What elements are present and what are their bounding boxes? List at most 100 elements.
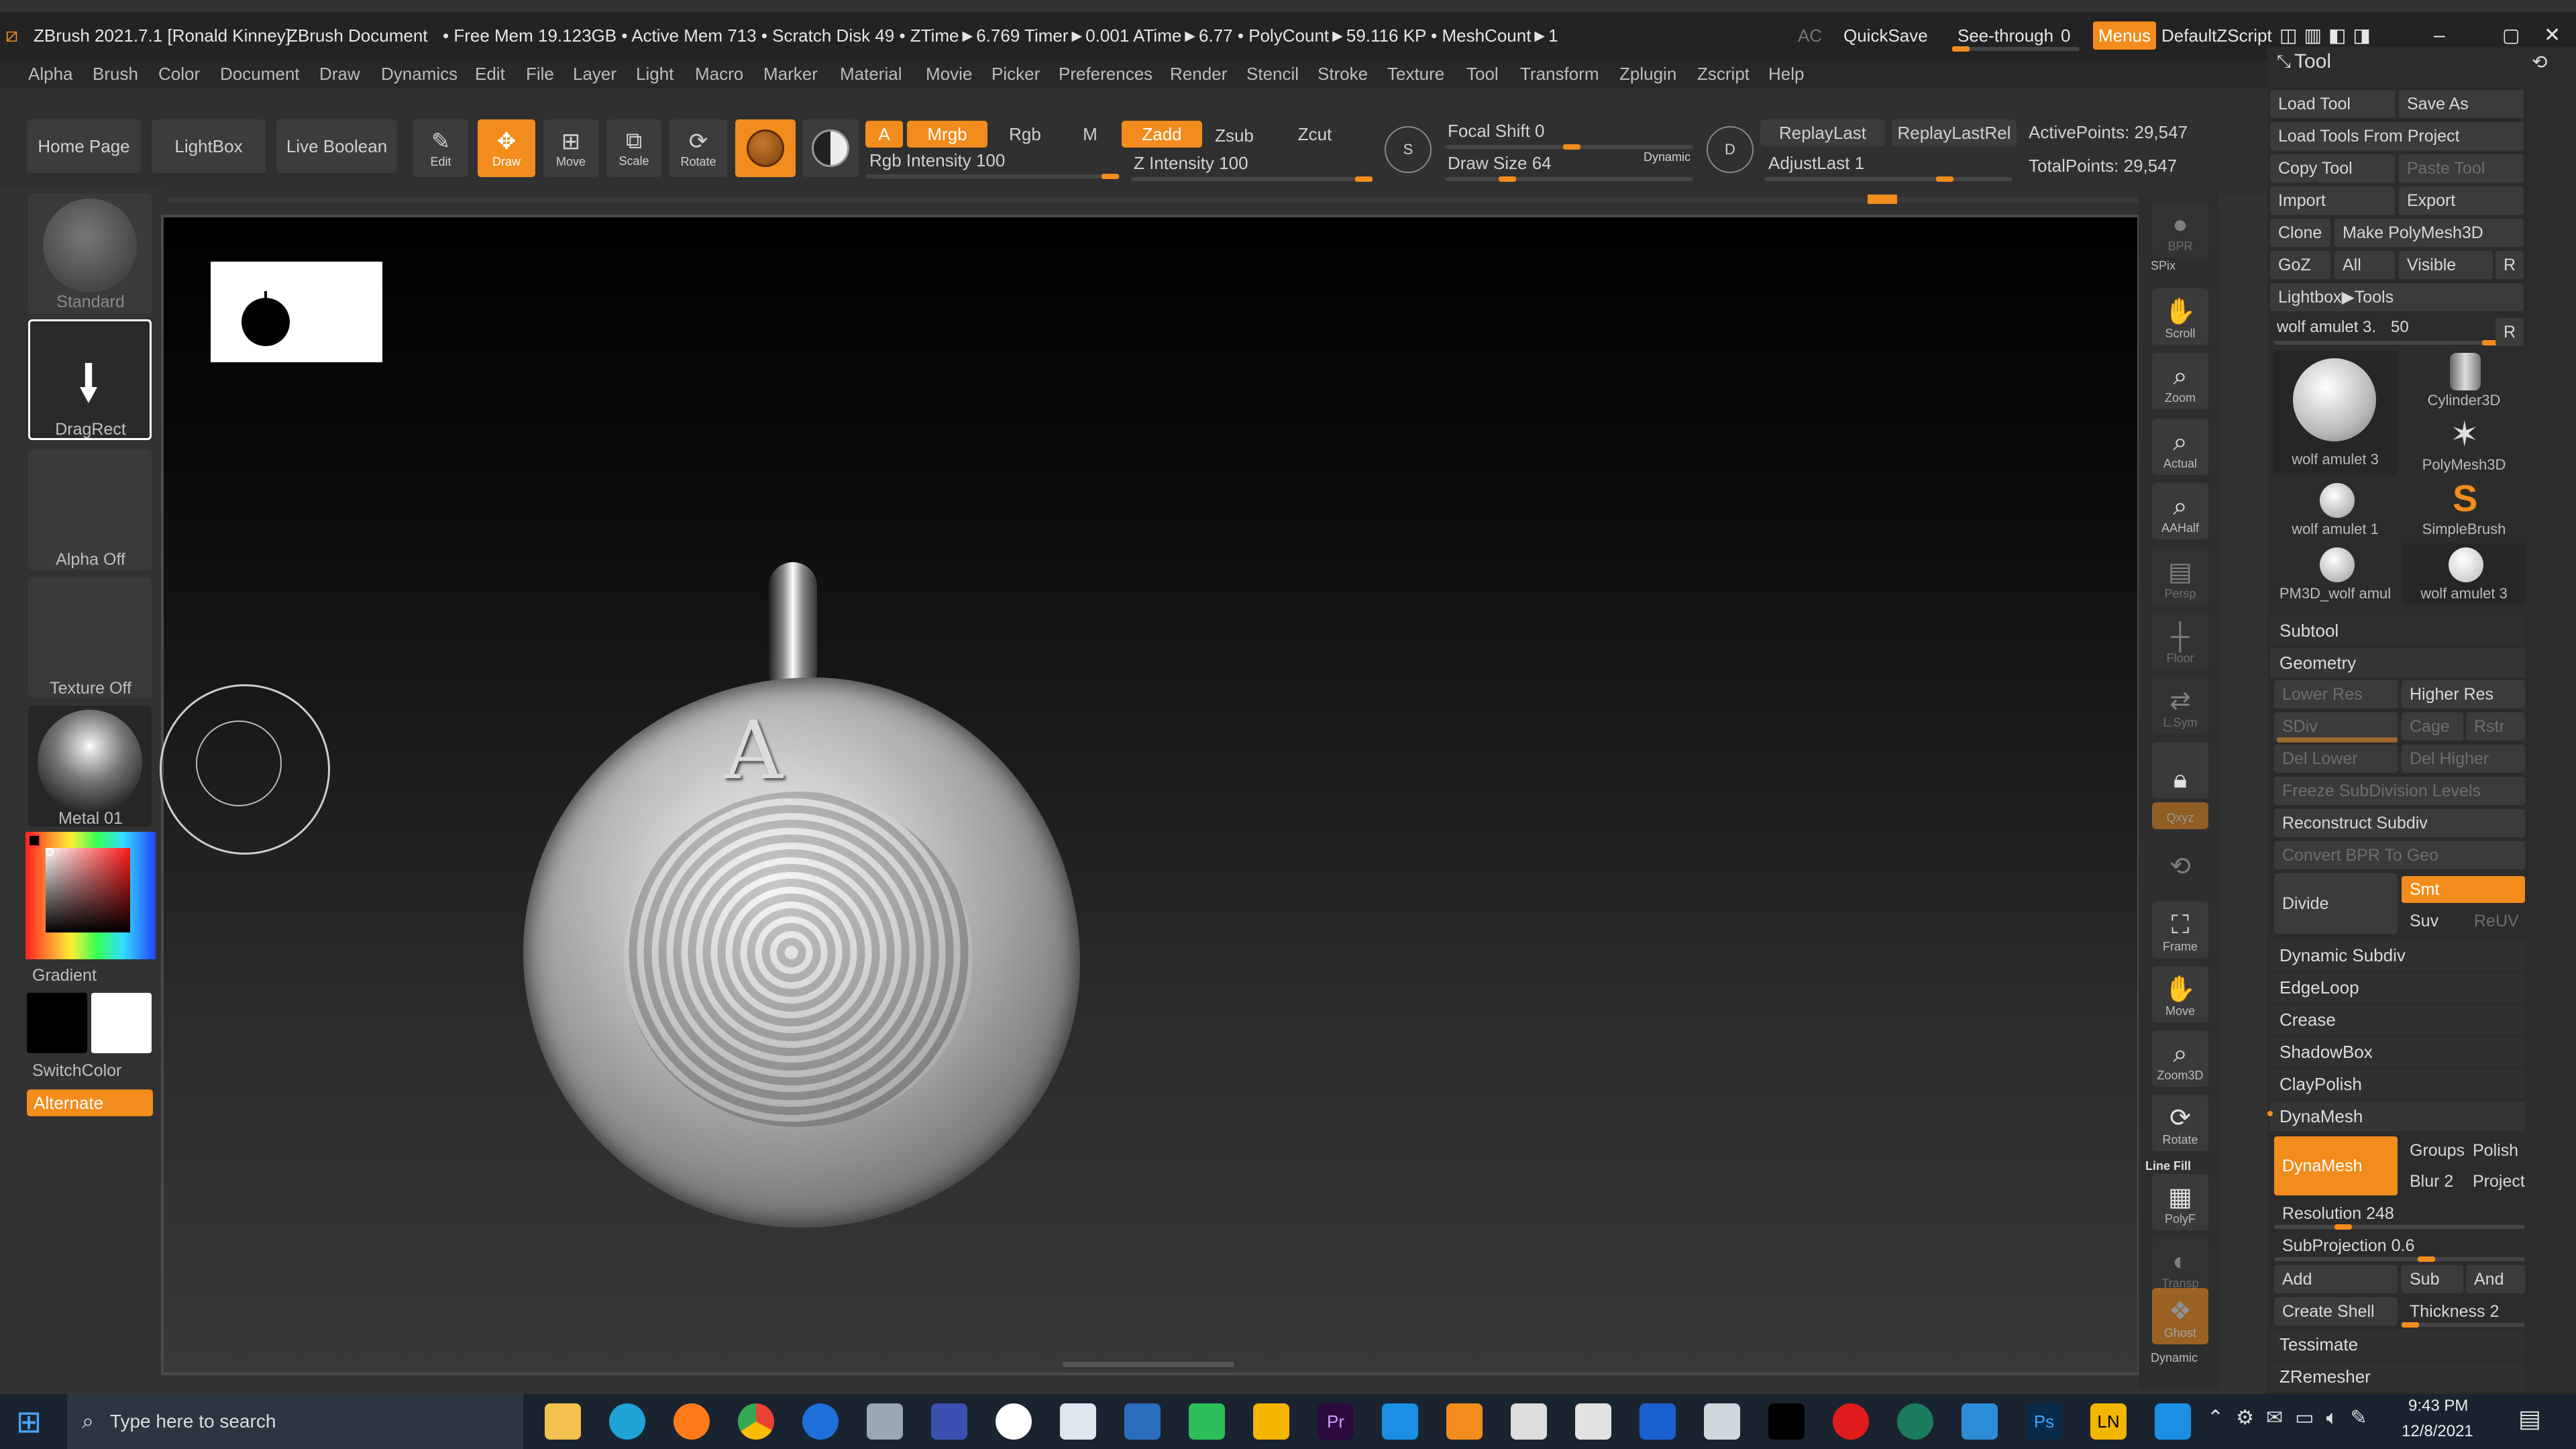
canvas-scroll-handle[interactable]: [1063, 1362, 1234, 1367]
color-picker[interactable]: [25, 832, 156, 959]
menu-document[interactable]: Document: [220, 59, 300, 89]
tool-thumb-cylinder3d[interactable]: Cylinder3D: [2402, 350, 2526, 411]
file-explorer-icon[interactable]: [545, 1403, 581, 1440]
sub-button[interactable]: Sub: [2402, 1265, 2463, 1293]
tool-slider[interactable]: [2274, 340, 2502, 345]
material-sphere-icon[interactable]: [735, 119, 796, 177]
focal-shift-slider[interactable]: [1445, 144, 1693, 150]
load-tool-button[interactable]: Load Tool: [2270, 90, 2395, 118]
import-button[interactable]: Import: [2270, 186, 2395, 215]
shelf-scroll-track[interactable]: [161, 197, 2220, 203]
lower-res-button[interactable]: Lower Res: [2274, 680, 2398, 708]
actual-button[interactable]: ⌕ Actual: [2152, 419, 2208, 475]
menu-transform[interactable]: Transform: [1520, 59, 1599, 89]
app-icon-13[interactable]: [1768, 1403, 1805, 1440]
app-icon-1[interactable]: [867, 1403, 903, 1440]
ln-icon[interactable]: LN: [2090, 1403, 2127, 1440]
floor-button[interactable]: ┼ Floor: [2152, 613, 2208, 669]
tool-palette-title[interactable]: Tool: [2285, 47, 2331, 76]
higher-res-button[interactable]: Higher Res: [2402, 680, 2525, 708]
shelf-scroll-handle[interactable]: [1868, 195, 1897, 204]
lightbox-tools-button[interactable]: Lightbox▶Tools: [2270, 283, 2524, 311]
scale-mode-button[interactable]: ⧉ Scale: [606, 119, 661, 177]
smt-toggle[interactable]: Smt: [2402, 876, 2525, 903]
windows-start-icon[interactable]: ⊞: [11, 1403, 47, 1440]
zoom-button[interactable]: ⌕ Zoom: [2152, 353, 2208, 409]
color-cursor[interactable]: [46, 848, 54, 856]
crease-section[interactable]: Crease: [2270, 1005, 2525, 1034]
tool-thumb-wolf-amulet-1[interactable]: wolf amulet 1: [2273, 479, 2398, 539]
menu-movie[interactable]: Movie: [926, 59, 972, 89]
rstr-button[interactable]: Rstr: [2466, 712, 2525, 741]
freeze-subdivision-button[interactable]: Freeze SubDivision Levels: [2274, 777, 2525, 805]
adjust-last-slider[interactable]: [1764, 176, 2012, 182]
scroll-button[interactable]: ✋ Scroll: [2152, 288, 2208, 345]
zcut-toggle[interactable]: Zcut: [1288, 121, 1342, 148]
edit-mode-button[interactable]: ✎ Edit: [413, 119, 468, 177]
tessimate-section[interactable]: Tessimate: [2270, 1330, 2525, 1359]
menu-zplugin[interactable]: Zplugin: [1619, 59, 1676, 89]
zremesher-section[interactable]: ZRemesher: [2270, 1362, 2525, 1391]
paste-tool-button[interactable]: Paste Tool: [2399, 154, 2524, 182]
see-through-slider[interactable]: [1952, 46, 2080, 52]
goz-all-button[interactable]: All: [2334, 251, 2395, 279]
menu-material[interactable]: Material: [840, 59, 902, 89]
project-toggle[interactable]: Project: [2465, 1167, 2525, 1195]
app-icon-3[interactable]: [996, 1403, 1032, 1440]
premiere-icon[interactable]: Pr: [1318, 1403, 1354, 1440]
reuv-toggle[interactable]: ReUV: [2466, 907, 2525, 935]
transp-button[interactable]: ◐ Transp: [2152, 1238, 2208, 1295]
thickness-label[interactable]: Thickness 2: [2402, 1297, 2525, 1326]
switch-color-button[interactable]: SwitchColor: [32, 1061, 121, 1081]
depth-icon[interactable]: D: [1707, 126, 1754, 173]
app-icon-11[interactable]: [1640, 1403, 1676, 1440]
menu-draw[interactable]: Draw: [319, 59, 360, 89]
claypolish-section[interactable]: ClayPolish: [2270, 1069, 2525, 1099]
goz-button[interactable]: GoZ: [2270, 251, 2330, 279]
menu-brush[interactable]: Brush: [93, 59, 138, 89]
home-page-button[interactable]: Home Page: [27, 119, 141, 173]
app-icon-10[interactable]: [1575, 1403, 1611, 1440]
app-icon-7[interactable]: [1253, 1403, 1289, 1440]
subprojection-label[interactable]: SubProjection 0.6: [2274, 1232, 2525, 1260]
alternate-button[interactable]: Alternate: [27, 1089, 153, 1116]
sdiv-slider[interactable]: SDiv: [2274, 712, 2398, 741]
app-icon-2[interactable]: [931, 1403, 967, 1440]
cage-button[interactable]: Cage: [2402, 712, 2463, 741]
reconstruct-subdiv-button[interactable]: Reconstruct Subdiv: [2274, 809, 2525, 837]
bpr-button[interactable]: ● BPR: [2152, 201, 2208, 258]
dynamic-subdiv-section[interactable]: Dynamic Subdiv: [2270, 941, 2525, 970]
rgb-intensity-slider[interactable]: [865, 174, 1120, 179]
app-icon-15[interactable]: [1962, 1403, 1998, 1440]
thickness-slider[interactable]: [2402, 1322, 2525, 1328]
z-intensity-slider[interactable]: [1131, 176, 1373, 182]
menu-help[interactable]: Help: [1768, 59, 1804, 89]
firefox-icon[interactable]: [674, 1403, 710, 1440]
live-boolean-button[interactable]: Live Boolean: [276, 119, 397, 173]
replay-last-button[interactable]: ReplayLast: [1760, 119, 1885, 146]
polyf-button[interactable]: ▦ PolyF: [2152, 1174, 2208, 1230]
dynamesh-section[interactable]: DynaMesh: [2270, 1102, 2525, 1131]
app-icon-8[interactable]: [1382, 1403, 1418, 1440]
app-icon-16[interactable]: [2155, 1403, 2191, 1440]
app-icon-6[interactable]: [1189, 1403, 1225, 1440]
del-higher-button[interactable]: Del Higher: [2402, 745, 2525, 773]
move-view-button[interactable]: ✋ Move: [2152, 966, 2208, 1022]
frame-button[interactable]: ⛶ Frame: [2152, 902, 2208, 958]
quicksave-button[interactable]: QuickSave: [1843, 12, 1928, 59]
save-as-button[interactable]: Save As: [2399, 90, 2524, 118]
menu-picker[interactable]: Picker: [991, 59, 1040, 89]
shadowbox-section[interactable]: ShadowBox: [2270, 1037, 2525, 1067]
material-thumbnail[interactable]: [28, 706, 152, 826]
zbrush-taskbar-icon[interactable]: [1511, 1403, 1547, 1440]
ac-label[interactable]: AC: [1798, 12, 1822, 59]
zoom3d-button[interactable]: ⌕ Zoom3D: [2152, 1030, 2208, 1087]
export-button[interactable]: Export: [2399, 186, 2524, 215]
draw-size-slider[interactable]: [1445, 176, 1693, 182]
local-symmetry-button[interactable]: ⇄ L.Sym: [2152, 678, 2208, 734]
ie-icon[interactable]: [802, 1403, 839, 1440]
tool-r-button[interactable]: R: [2496, 318, 2524, 346]
suv-toggle[interactable]: Suv: [2402, 907, 2463, 935]
menu-render[interactable]: Render: [1170, 59, 1227, 89]
lock-button[interactable]: 🔒︎: [2152, 742, 2208, 798]
